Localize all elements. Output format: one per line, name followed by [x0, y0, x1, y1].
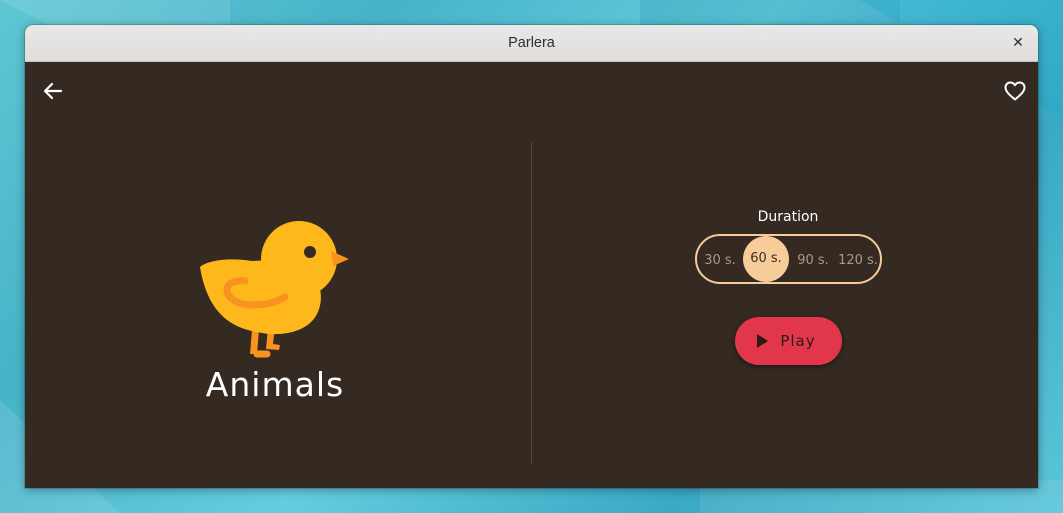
close-button[interactable]: ✕: [1008, 33, 1028, 53]
play-icon: [757, 334, 769, 348]
category-title: Animals: [205, 365, 345, 404]
back-button[interactable]: [41, 79, 65, 103]
heart-outline-icon: [1004, 81, 1026, 101]
duration-selector: 30 s. 60 s. 90 s. 120 s.: [695, 234, 882, 284]
play-button[interactable]: Play: [735, 317, 842, 365]
main-content: Animals Duration 30 s. 60 s. 90 s. 120 s…: [25, 62, 1038, 488]
divider: [531, 142, 532, 464]
duration-option-90[interactable]: 90 s.: [792, 239, 834, 283]
duration-option-60[interactable]: 60 s.: [743, 236, 789, 282]
close-icon: ✕: [1012, 35, 1024, 51]
duration-label: Duration: [757, 209, 819, 225]
chick-icon: [200, 221, 349, 358]
window-title: Parlera: [508, 35, 555, 51]
title-bar[interactable]: Parlera ✕: [25, 25, 1038, 62]
arrow-left-icon: [43, 82, 63, 100]
app-window: Parlera ✕ Animals Duration 30 s. 60 s. 9…: [25, 25, 1038, 488]
play-label: Play: [780, 332, 816, 350]
favorite-button[interactable]: [1003, 79, 1027, 103]
duration-option-120[interactable]: 120 s.: [836, 239, 880, 283]
duration-option-30[interactable]: 30 s.: [700, 239, 740, 283]
